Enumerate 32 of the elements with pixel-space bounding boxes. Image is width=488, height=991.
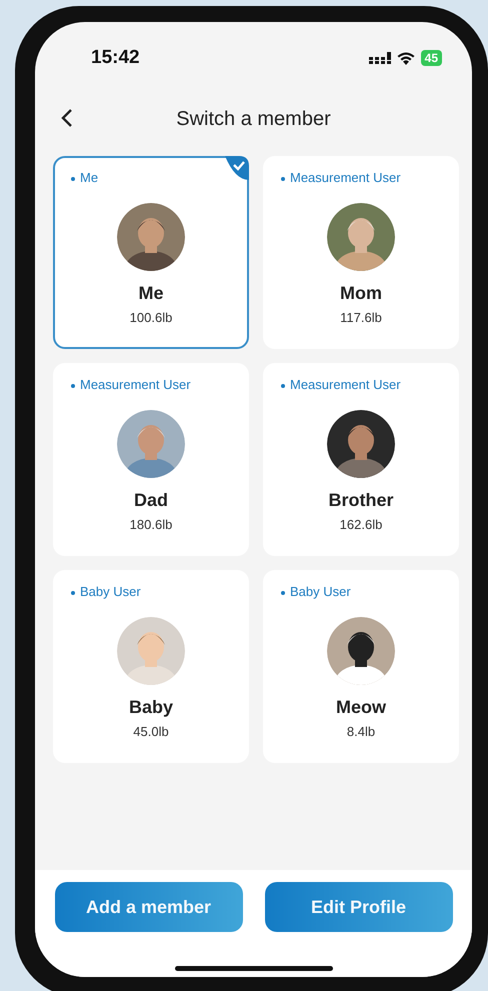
member-name: Baby: [128, 697, 173, 718]
member-card[interactable]: Measurement User Brother 162.6lb: [263, 363, 459, 556]
member-role: Baby User: [281, 584, 351, 599]
back-icon: [61, 108, 73, 128]
member-role: Me: [71, 170, 98, 185]
check-icon: [225, 156, 249, 180]
member-card[interactable]: Baby User Baby 45.0lb: [53, 570, 249, 763]
signal-icon: [368, 52, 391, 64]
member-role: Measurement User: [71, 377, 191, 392]
status-time: 15:42: [91, 47, 140, 69]
member-card[interactable]: Baby User Meow 8.4lb: [263, 570, 459, 763]
member-weight: 162.6lb: [340, 517, 382, 532]
member-weight: 180.6lb: [130, 517, 172, 532]
member-name: Me: [138, 283, 164, 304]
wifi-icon: [396, 52, 415, 64]
member-name: Brother: [328, 490, 394, 511]
member-weight: 8.4lb: [346, 724, 376, 739]
member-weight: 45.0lb: [133, 724, 169, 739]
member-card[interactable]: Measurement User Dad 180.6lb: [53, 363, 249, 556]
member-card[interactable]: Me Me 100.6lb: [53, 156, 249, 349]
member-weight: 100.6lb: [130, 310, 172, 325]
member-name: Dad: [134, 490, 168, 511]
member-card[interactable]: Measurement User Mom 117.6lb: [263, 156, 459, 349]
member-weight: 117.6lb: [340, 310, 382, 325]
battery-level: 45: [420, 50, 442, 66]
screen-title: Switch a member: [176, 108, 331, 130]
member-role: Measurement User: [281, 377, 401, 392]
member-name: Mom: [340, 283, 382, 304]
member-name: Meow: [336, 697, 386, 718]
action-button[interactable]: Edit Profile: [264, 882, 452, 932]
member-role: Baby User: [71, 584, 141, 599]
member-role: Measurement User: [281, 170, 401, 185]
